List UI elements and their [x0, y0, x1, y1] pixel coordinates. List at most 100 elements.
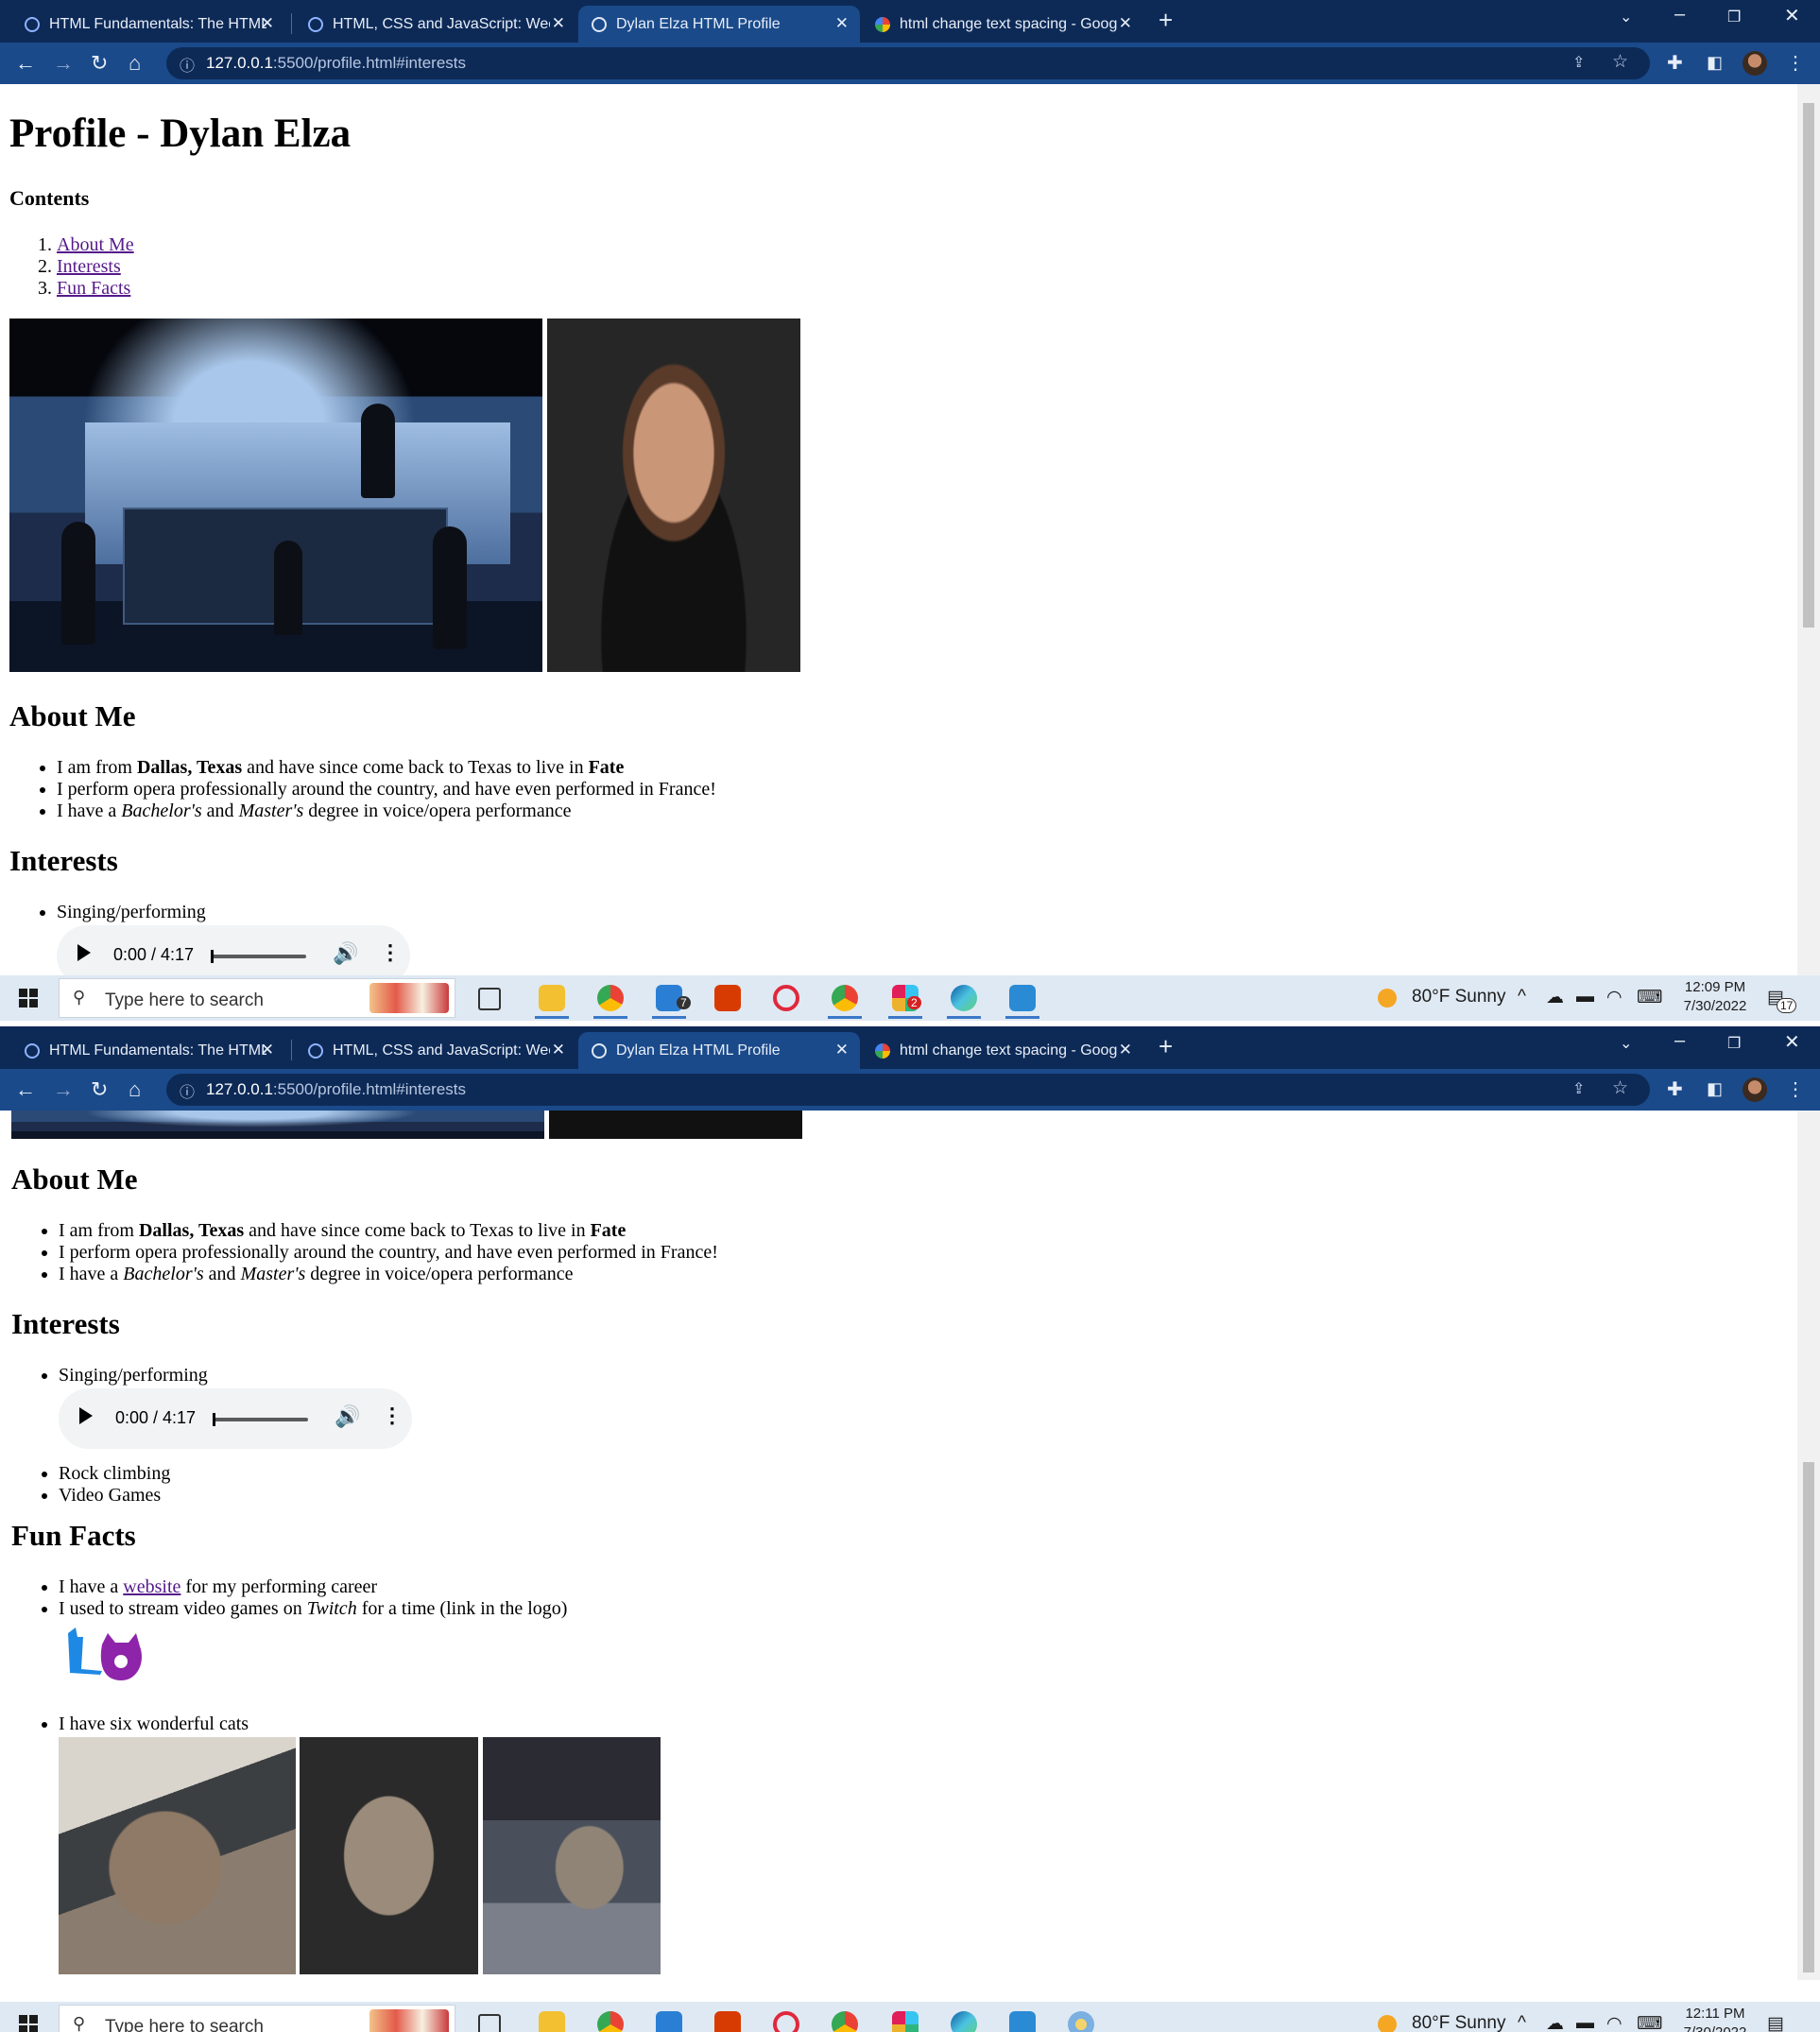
mail-icon[interactable] — [656, 2011, 682, 2032]
reload-icon[interactable]: ↻ — [91, 1077, 108, 1102]
audio-player[interactable]: 0:00 / 4:17 🔊 ⋮ — [57, 925, 410, 975]
volume-icon[interactable]: 🔊 — [335, 1404, 360, 1429]
battery-icon[interactable]: ▬ — [1576, 987, 1594, 1007]
chrome-icon[interactable] — [593, 985, 627, 1019]
more-options-icon[interactable]: ⋮ — [380, 940, 401, 965]
bookmark-star-icon[interactable]: ☆ — [1612, 51, 1628, 73]
menu-icon[interactable]: ⋮ — [1786, 51, 1805, 75]
site-info-icon[interactable]: ⓘ — [180, 1079, 195, 1102]
close-tab-icon[interactable]: ✕ — [261, 1041, 274, 1059]
scrollbar-thumb[interactable] — [1803, 1462, 1814, 1972]
address-bar[interactable]: ⓘ 127.0.0.1:5500/profile.html#interests … — [166, 47, 1650, 79]
weather-sun-icon[interactable] — [1378, 2015, 1397, 2032]
windows-start-icon[interactable] — [19, 2015, 38, 2032]
close-tab-icon[interactable]: ✕ — [835, 14, 849, 33]
extensions-icon[interactable]: ✚ — [1667, 51, 1683, 75]
opera-icon[interactable] — [773, 2011, 799, 2032]
weather-sun-icon[interactable] — [1378, 989, 1397, 1007]
windows-start-icon[interactable] — [19, 989, 38, 1007]
tab-html-css-js[interactable]: HTML, CSS and JavaScript: Week ✕ — [295, 1032, 576, 1069]
tray-chevron-icon[interactable]: ^ — [1518, 2013, 1526, 2032]
vscode-icon[interactable] — [1005, 985, 1039, 1019]
tab-html-fundamentals[interactable]: HTML Fundamentals: The HTML E ✕ — [11, 6, 285, 43]
link-about-me[interactable]: About Me — [57, 234, 134, 255]
back-icon[interactable]: ← — [15, 51, 36, 76]
page-scrollbar[interactable] — [1797, 1111, 1820, 1980]
taskbar-clock[interactable]: 12:09 PM 7/30/2022 — [1673, 978, 1758, 1016]
chrome-profile-icon[interactable] — [828, 985, 862, 1019]
tab-profile[interactable]: Dylan Elza HTML Profile ✕ — [578, 6, 860, 43]
task-view-icon[interactable] — [478, 988, 501, 1010]
back-icon[interactable]: ← — [15, 1077, 36, 1102]
chrome-profile-icon[interactable] — [832, 2011, 858, 2032]
opera-icon[interactable] — [773, 985, 799, 1011]
close-tab-icon[interactable]: ✕ — [552, 1041, 565, 1059]
keyboard-icon[interactable]: ⌨ — [1637, 2013, 1662, 2032]
close-tab-icon[interactable]: ✕ — [1119, 1041, 1132, 1059]
home-icon[interactable]: ⌂ — [129, 1077, 141, 1102]
edge-icon[interactable] — [951, 2011, 977, 2032]
restore-icon[interactable]: ❐ — [1727, 8, 1741, 26]
extensions-icon[interactable]: ✚ — [1667, 1077, 1683, 1101]
paint-icon[interactable] — [1068, 2011, 1094, 2032]
tab-profile[interactable]: Dylan Elza HTML Profile ✕ — [578, 1032, 860, 1069]
close-window-icon[interactable]: ✕ — [1784, 4, 1800, 27]
wifi-icon[interactable]: ◠ — [1606, 2013, 1623, 2032]
onedrive-icon[interactable]: ☁ — [1546, 2013, 1564, 2032]
tab-google-search[interactable]: html change text spacing - Goog ✕ — [862, 1032, 1143, 1069]
share-icon[interactable]: ⇪ — [1572, 53, 1585, 72]
new-tab-button[interactable]: + — [1159, 6, 1173, 35]
slack-icon[interactable] — [892, 2011, 919, 2032]
more-options-icon[interactable]: ⋮ — [382, 1403, 403, 1428]
play-icon[interactable] — [77, 944, 91, 961]
play-icon[interactable] — [79, 1407, 93, 1424]
audio-seek-slider[interactable] — [211, 950, 306, 963]
page-scrollbar[interactable] — [1797, 84, 1820, 975]
minimize-icon[interactable]: – — [1674, 1030, 1685, 1052]
site-info-icon[interactable]: ⓘ — [180, 53, 195, 76]
close-tab-icon[interactable]: ✕ — [552, 14, 565, 33]
audio-seek-slider[interactable] — [213, 1413, 308, 1426]
weather-text[interactable]: 80°F Sunny — [1412, 987, 1506, 1007]
share-icon[interactable]: ⇪ — [1572, 1079, 1585, 1098]
volume-icon[interactable]: 🔊 — [333, 941, 358, 966]
website-link[interactable]: website — [123, 1576, 180, 1597]
edge-icon[interactable] — [947, 985, 981, 1019]
taskbar-clock[interactable]: 12:11 PM 7/30/2022 — [1673, 2005, 1758, 2032]
close-tab-icon[interactable]: ✕ — [1119, 14, 1132, 33]
side-panel-icon[interactable]: ◧ — [1707, 53, 1723, 73]
wifi-icon[interactable]: ◠ — [1606, 987, 1623, 1008]
taskbar-search-box[interactable]: ⚲ Type here to search — [59, 2005, 455, 2032]
tab-search-icon[interactable]: ⌄ — [1620, 8, 1632, 26]
audio-player[interactable]: 0:00 / 4:17 🔊 ⋮ — [59, 1388, 412, 1449]
forward-icon[interactable]: → — [53, 51, 74, 76]
forward-icon[interactable]: → — [53, 1077, 74, 1102]
office-icon[interactable] — [714, 2011, 741, 2032]
restore-icon[interactable]: ❐ — [1727, 1034, 1741, 1053]
keyboard-icon[interactable]: ⌨ — [1637, 987, 1662, 1008]
vscode-icon[interactable] — [1009, 2011, 1036, 2032]
scrollbar-thumb[interactable] — [1803, 103, 1814, 628]
minimize-icon[interactable]: – — [1674, 4, 1685, 26]
bookmark-star-icon[interactable]: ☆ — [1612, 1077, 1628, 1099]
onedrive-icon[interactable]: ☁ — [1546, 987, 1564, 1008]
new-tab-button[interactable]: + — [1159, 1032, 1173, 1061]
tab-search-icon[interactable]: ⌄ — [1620, 1034, 1632, 1053]
close-tab-icon[interactable]: ✕ — [261, 14, 274, 33]
battery-icon[interactable]: ▬ — [1576, 2013, 1594, 2032]
menu-icon[interactable]: ⋮ — [1786, 1077, 1805, 1101]
tray-chevron-icon[interactable]: ^ — [1518, 987, 1526, 1007]
close-window-icon[interactable]: ✕ — [1784, 1030, 1800, 1054]
taskbar-search-box[interactable]: ⚲ Type here to search — [59, 978, 455, 1018]
home-icon[interactable]: ⌂ — [129, 51, 141, 76]
close-tab-icon[interactable]: ✕ — [835, 1041, 849, 1059]
twitch-logo-link[interactable] — [62, 1624, 147, 1690]
task-view-icon[interactable] — [478, 2014, 501, 2032]
profile-avatar[interactable] — [1743, 1077, 1767, 1102]
tab-html-fundamentals[interactable]: HTML Fundamentals: The HTML E ✕ — [11, 1032, 285, 1069]
tab-google-search[interactable]: html change text spacing - Goog ✕ — [862, 6, 1143, 43]
address-bar[interactable]: ⓘ 127.0.0.1:5500/profile.html#interests … — [166, 1074, 1650, 1106]
side-panel-icon[interactable]: ◧ — [1707, 1079, 1723, 1099]
reload-icon[interactable]: ↻ — [91, 51, 108, 76]
tab-html-css-js[interactable]: HTML, CSS and JavaScript: Week ✕ — [295, 6, 576, 43]
